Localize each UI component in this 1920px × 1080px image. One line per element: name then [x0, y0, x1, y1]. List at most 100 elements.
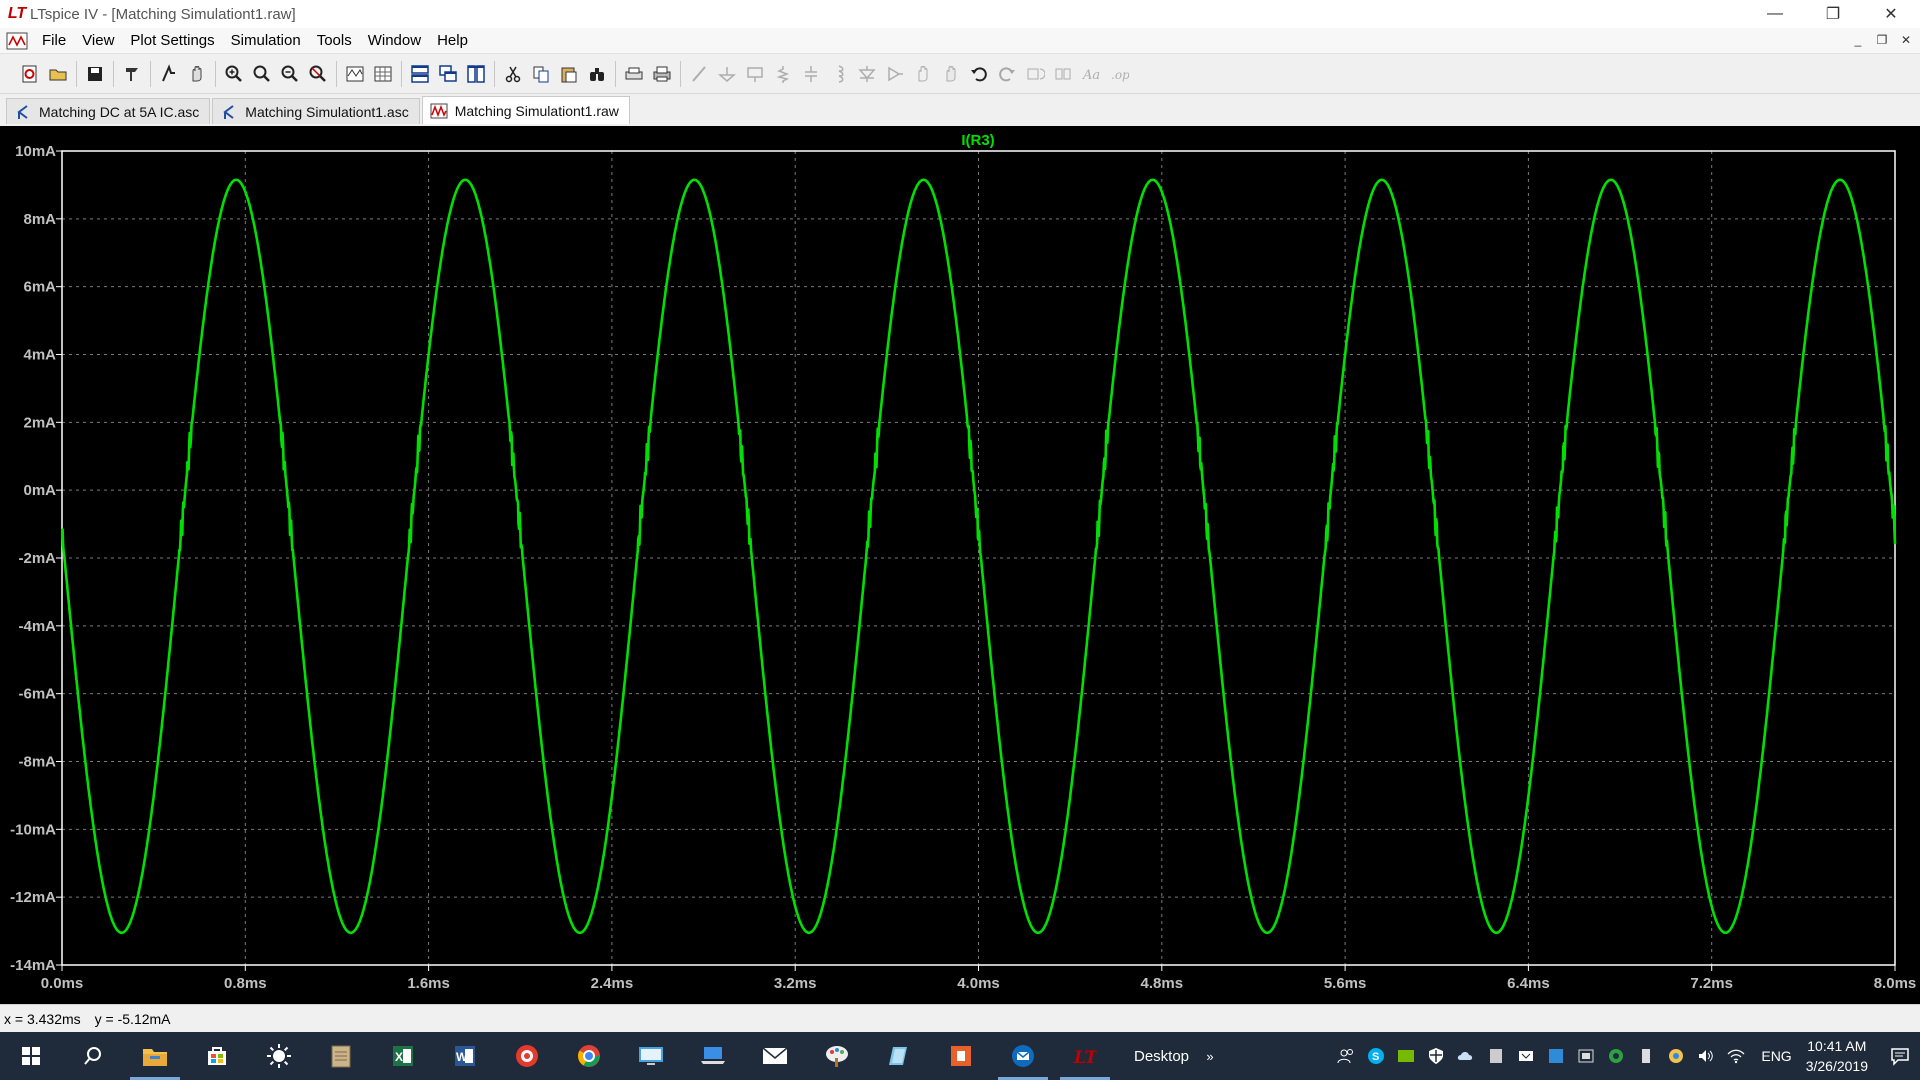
run-icon[interactable]: [155, 60, 183, 88]
autorange-icon[interactable]: [341, 60, 369, 88]
trace-title[interactable]: I(R3): [961, 132, 994, 149]
file-explorer-icon[interactable]: [124, 1032, 186, 1080]
media-icon[interactable]: [496, 1032, 558, 1080]
menu-help[interactable]: Help: [429, 28, 476, 54]
defender-icon[interactable]: [1421, 1032, 1451, 1080]
clock[interactable]: 10:41 AM 3/26/2019: [1806, 1036, 1868, 1076]
grid-icon[interactable]: [369, 60, 397, 88]
redo-icon[interactable]: [993, 60, 1021, 88]
control-panel-icon[interactable]: [118, 60, 146, 88]
minimize-button[interactable]: —: [1746, 0, 1804, 28]
capacitor-icon[interactable]: [797, 60, 825, 88]
wire-icon[interactable]: [685, 60, 713, 88]
copy-icon[interactable]: [527, 60, 555, 88]
desktop-toolbar-label[interactable]: Desktop: [1134, 1048, 1189, 1065]
language-indicator[interactable]: ENG: [1761, 1048, 1791, 1064]
tablet-icon[interactable]: [1481, 1032, 1511, 1080]
component-icon[interactable]: [881, 60, 909, 88]
taskbar-overflow-chevron[interactable]: »: [1195, 1032, 1225, 1080]
start-button[interactable]: [0, 1032, 62, 1080]
mirror-icon[interactable]: [1049, 60, 1077, 88]
find-icon[interactable]: [583, 60, 611, 88]
brightness-icon[interactable]: [248, 1032, 310, 1080]
ground-icon[interactable]: [713, 60, 741, 88]
network-drive-icon[interactable]: [1571, 1032, 1601, 1080]
rotate-icon[interactable]: [1021, 60, 1049, 88]
spice-directive-icon[interactable]: .op: [1105, 60, 1133, 88]
word-icon[interactable]: W: [434, 1032, 496, 1080]
y-tick-label: -4mA: [18, 618, 56, 635]
mail-icon[interactable]: [744, 1032, 806, 1080]
office-icon[interactable]: [930, 1032, 992, 1080]
zoom-fit-icon[interactable]: [304, 60, 332, 88]
volume-icon[interactable]: [1691, 1032, 1721, 1080]
waveform-window-icon[interactable]: [6, 32, 28, 50]
paint-icon[interactable]: [806, 1032, 868, 1080]
cloud-icon[interactable]: [1511, 1032, 1541, 1080]
drag-icon[interactable]: [937, 60, 965, 88]
restore-button[interactable]: ❐: [1804, 0, 1862, 28]
print-setup-icon[interactable]: [620, 60, 648, 88]
skype-icon[interactable]: S: [1361, 1032, 1391, 1080]
text-icon[interactable]: Aa: [1077, 60, 1105, 88]
move-icon[interactable]: [909, 60, 937, 88]
tile-horizontal-icon[interactable]: [406, 60, 434, 88]
menu-window[interactable]: Window: [360, 28, 429, 54]
store-icon[interactable]: [186, 1032, 248, 1080]
tab-matching-asc[interactable]: Matching Simulationt1.asc: [212, 98, 420, 124]
undo-icon[interactable]: [965, 60, 993, 88]
svg-text:W: W: [456, 1050, 468, 1064]
label-icon[interactable]: [741, 60, 769, 88]
halt-icon[interactable]: [183, 60, 211, 88]
menu-plot-settings[interactable]: Plot Settings: [122, 28, 222, 54]
nvidia-icon[interactable]: [1391, 1032, 1421, 1080]
inductor-icon[interactable]: [825, 60, 853, 88]
print-icon[interactable]: [648, 60, 676, 88]
zoom-out-icon[interactable]: [276, 60, 304, 88]
menu-file[interactable]: File: [34, 28, 74, 54]
excel-icon[interactable]: X: [372, 1032, 434, 1080]
zoom-area-icon[interactable]: [248, 60, 276, 88]
x-tick-label: 4.0ms: [957, 975, 1000, 992]
mdi-close-button[interactable]: ✕: [1896, 31, 1916, 49]
onedrive-icon[interactable]: [1451, 1032, 1481, 1080]
ltspice-icon[interactable]: LT: [1054, 1032, 1116, 1080]
toolbar-separator: [401, 60, 402, 87]
wifi-icon[interactable]: [1721, 1032, 1751, 1080]
action-center-icon[interactable]: [1880, 1032, 1920, 1080]
notepad-icon[interactable]: [310, 1032, 372, 1080]
remote-desktop-icon[interactable]: [620, 1032, 682, 1080]
vpn-icon[interactable]: [1541, 1032, 1571, 1080]
menu-tools[interactable]: Tools: [309, 28, 360, 54]
close-button[interactable]: ✕: [1862, 0, 1920, 28]
waveform-plot[interactable]: 10mA 8mA 6mA 4mA 2mA 0mA -2mA -4mA -6mA -8mA -10mA…: [0, 126, 1920, 1004]
outlook-icon[interactable]: [992, 1032, 1054, 1080]
menu-simulation[interactable]: Simulation: [223, 28, 309, 54]
zoom-in-icon[interactable]: [220, 60, 248, 88]
mdi-restore-button[interactable]: ❐: [1872, 31, 1892, 49]
sync-icon[interactable]: [1661, 1032, 1691, 1080]
menu-view[interactable]: View: [74, 28, 122, 54]
chrome-icon[interactable]: [558, 1032, 620, 1080]
svg-text:S: S: [1372, 1051, 1379, 1063]
diode-icon[interactable]: [853, 60, 881, 88]
y-tick-label: -10mA: [10, 821, 56, 838]
usb-icon[interactable]: [1631, 1032, 1661, 1080]
update-icon[interactable]: [1601, 1032, 1631, 1080]
people-icon[interactable]: [1331, 1032, 1361, 1080]
paste-icon[interactable]: [555, 60, 583, 88]
tab-matching-dc[interactable]: Matching DC at 5A IC.asc: [6, 98, 211, 124]
cascade-icon[interactable]: [434, 60, 462, 88]
cut-icon[interactable]: [499, 60, 527, 88]
resistor-icon[interactable]: [769, 60, 797, 88]
tab-matching-raw[interactable]: Matching Simulationt1.raw: [421, 96, 630, 124]
laptop-icon[interactable]: [682, 1032, 744, 1080]
search-icon[interactable]: [62, 1032, 124, 1080]
new-schematic-icon[interactable]: [16, 60, 44, 88]
save-icon[interactable]: [81, 60, 109, 88]
tile-vertical-icon[interactable]: [462, 60, 490, 88]
plot-canvas[interactable]: 10mA 8mA 6mA 4mA 2mA 0mA -2mA -4mA -6mA -8mA -10mA…: [0, 126, 1920, 1004]
open-icon[interactable]: [44, 60, 72, 88]
documents-icon[interactable]: [868, 1032, 930, 1080]
mdi-minimize-button[interactable]: _: [1848, 31, 1868, 49]
